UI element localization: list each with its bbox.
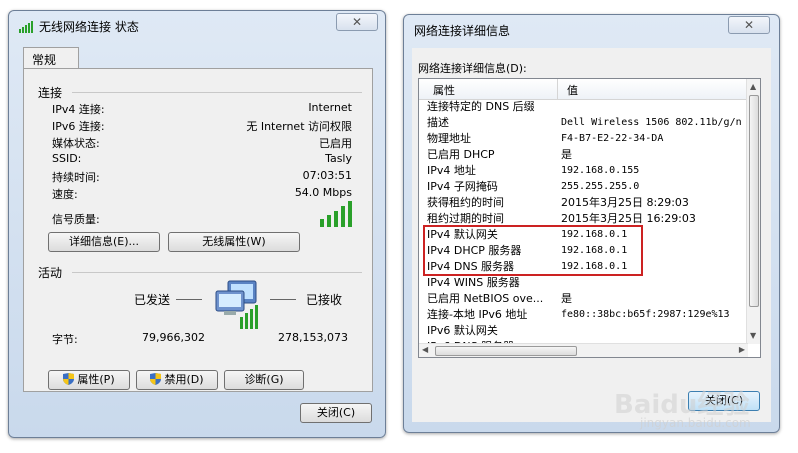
scroll-thumb[interactable] (749, 95, 759, 307)
value: F4-B7-E2-22-34-DA (561, 133, 664, 144)
window-title: 网络连接详细信息 (414, 24, 511, 38)
scroll-thumb[interactable] (435, 346, 577, 356)
ipv6-label: IPv6 连接: (52, 120, 105, 133)
speed-value: 54.0 Mbps (294, 186, 352, 199)
network-computer-icon (214, 279, 262, 334)
diagnose-button[interactable]: 诊断(G) (224, 370, 304, 390)
ssid-value: Tasly (325, 152, 352, 165)
property: 已启用 DHCP (427, 148, 495, 161)
window-title: 无线网络连接 状态 (39, 20, 139, 34)
bytes-label: 字节: (52, 333, 78, 346)
property: IPv4 地址 (427, 164, 476, 177)
property: 描述 (427, 116, 449, 129)
divider (72, 272, 362, 273)
value: 2015年3月25日 8:29:03 (561, 196, 689, 209)
property: 获得租约的时间 (427, 196, 504, 209)
property: 已启用 NetBIOS ove... (427, 292, 544, 305)
divider (72, 92, 362, 93)
tab-panel: 连接 IPv4 连接: Internet IPv6 连接: 无 Internet… (23, 68, 373, 392)
bytes-received-value: 278,153,073 (278, 331, 348, 344)
column-header-property[interactable]: 属性 (433, 82, 455, 98)
details-button[interactable]: 详细信息(E)... (48, 232, 160, 252)
vertical-scrollbar[interactable]: ▲ ▼ (746, 79, 760, 344)
scroll-right-arrow-icon[interactable]: ▶ (739, 345, 745, 354)
scroll-left-arrow-icon[interactable]: ◀ (422, 345, 428, 354)
value: 是 (561, 148, 572, 161)
property: IPv6 默认网关 (427, 324, 498, 337)
details-dialog: 网络连接详细信息 ✕ 网络连接详细信息(D): 属性 值 连接特定的 DNS 后… (403, 14, 780, 433)
connection-heading: 连接 (38, 86, 63, 100)
wifi-signal-icon (19, 21, 33, 36)
property: 连接特定的 DNS 后缀 (427, 100, 535, 113)
divider (176, 299, 202, 300)
uac-shield-icon (63, 373, 75, 385)
scroll-up-arrow-icon[interactable]: ▲ (750, 82, 756, 91)
signal-quality-label: 信号质量: (52, 213, 100, 226)
value: Dell Wireless 1506 802.11b/g/n (561, 117, 742, 128)
activity-heading: 活动 (38, 266, 63, 280)
tab-general-label: 常规 (32, 53, 57, 67)
uac-shield-icon (150, 373, 162, 385)
received-label: 已接收 (306, 293, 343, 307)
content-panel: 网络连接详细信息(D): 属性 值 连接特定的 DNS 后缀 描述 Dell Wi… (412, 48, 771, 422)
properties-button[interactable]: 属性(P) (48, 370, 130, 390)
divider (270, 299, 296, 300)
value: 255.255.255.0 (561, 181, 640, 192)
close-button[interactable]: 关闭(C) (300, 403, 372, 423)
properties-label: 属性(P) (77, 373, 115, 386)
horizontal-scrollbar[interactable]: ◀ ▶ (419, 343, 748, 357)
value: 是 (561, 292, 572, 305)
column-divider (557, 79, 558, 99)
media-state-label: 媒体状态: (52, 137, 100, 150)
wireless-properties-button[interactable]: 无线属性(W) (168, 232, 300, 252)
window-close-button[interactable]: ✕ (728, 16, 770, 34)
property: 物理地址 (427, 132, 471, 145)
list-rows: 连接特定的 DNS 后缀 描述 Dell Wireless 1506 802.11… (419, 99, 748, 357)
bytes-sent-value: 79,966,302 (142, 331, 205, 344)
ipv4-label: IPv4 连接: (52, 103, 105, 116)
ssid-label: SSID: (52, 152, 82, 165)
window-close-button[interactable]: ✕ (336, 13, 378, 31)
signal-strength-icon (320, 201, 352, 230)
property: IPv4 子网掩码 (427, 180, 498, 193)
watermark-url: jingyan.baidu.com (640, 416, 751, 430)
duration-label: 持续时间: (52, 171, 100, 184)
sent-label: 已发送 (134, 293, 171, 307)
speed-label: 速度: (52, 188, 78, 201)
scroll-down-arrow-icon[interactable]: ▼ (750, 331, 756, 340)
details-list[interactable]: 属性 值 连接特定的 DNS 后缀 描述 Dell Wireless 1506 8… (418, 78, 761, 358)
highlight-box (423, 225, 643, 276)
value: fe80::38bc:b65f:2987:129e%13 (561, 309, 730, 320)
column-header-value[interactable]: 值 (567, 82, 578, 98)
disable-label: 禁用(D) (164, 373, 204, 386)
disable-button[interactable]: 禁用(D) (136, 370, 218, 390)
property: 连接-本地 IPv6 地址 (427, 308, 528, 321)
tab-general[interactable]: 常规 (23, 47, 79, 69)
media-state-value: 已启用 (319, 137, 352, 150)
status-dialog: 无线网络连接 状态 ✕ 常规 连接 IPv4 连接: Internet IPv6… (8, 10, 386, 438)
list-header: 属性 值 (419, 79, 748, 100)
ipv4-value: Internet (308, 101, 352, 114)
duration-value: 07:03:51 (302, 169, 352, 182)
details-group-label: 网络连接详细信息(D): (418, 62, 527, 75)
value: 192.168.0.155 (561, 165, 640, 176)
ipv6-value: 无 Internet 访问权限 (246, 120, 352, 133)
property: IPv4 WINS 服务器 (427, 276, 520, 289)
